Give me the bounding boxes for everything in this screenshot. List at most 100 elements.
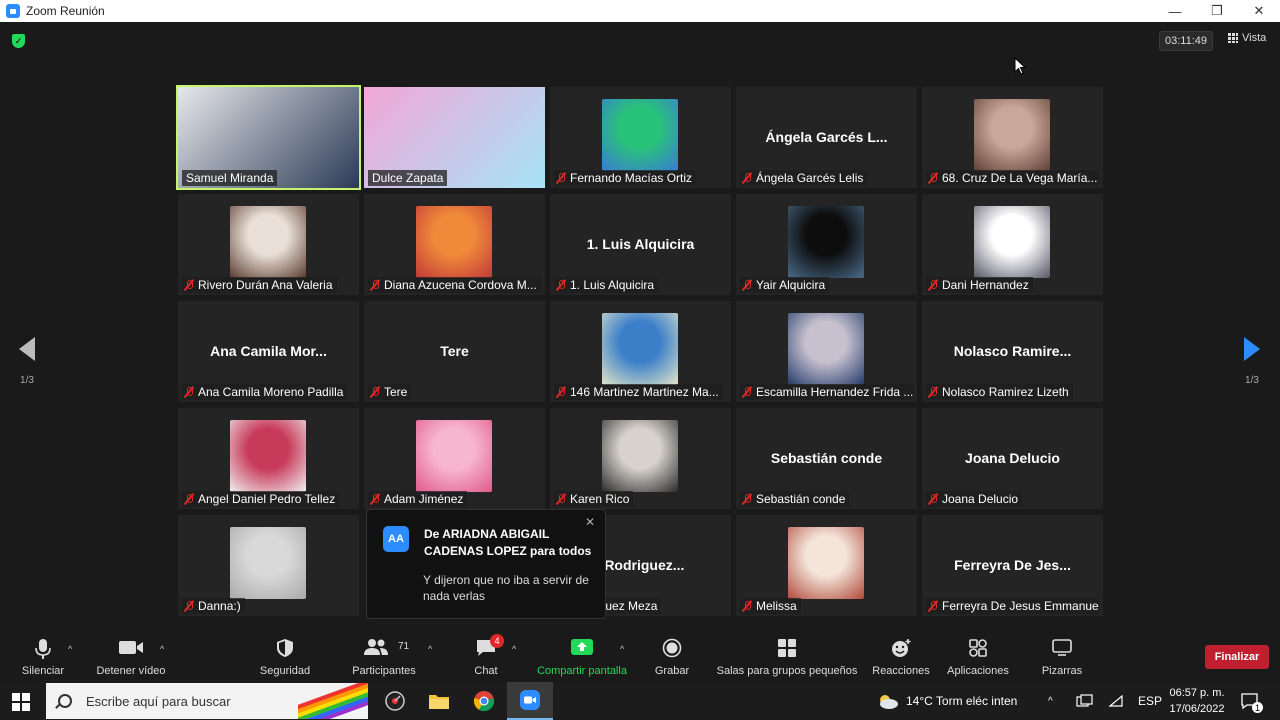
taskbar-app-chrome[interactable] [461, 682, 507, 720]
record-label: Grabar [654, 665, 690, 677]
participant-tile[interactable]: Danna:) [178, 515, 359, 616]
participant-tile[interactable]: Ángela Garcés L... Ángela Garcés Lelis [736, 87, 917, 188]
video-camera-icon [119, 641, 143, 654]
meeting-stage: 03:11:49 Vista 1/3 1/3 Samuel Miranda Dul… [0, 22, 1280, 630]
participant-tile[interactable]: Tere Tere [364, 301, 545, 402]
muted-microphone-icon [741, 600, 753, 612]
record-button[interactable]: Grabar [652, 630, 692, 682]
chat-message: Y dijeron que no iba a servir de nada ve… [423, 573, 589, 603]
share-screen-button[interactable]: Compartir pantalla [534, 630, 630, 682]
participant-tile[interactable]: Angel Daniel Pedro Tellez [178, 408, 359, 509]
search-placeholder: Escribe aquí para buscar [86, 693, 231, 709]
participant-tile[interactable]: Nolasco Ramire... Nolasco Ramirez Lizeth [922, 301, 1103, 402]
chat-notification[interactable]: AA De ARIADNA ABIGAIL CADENAS LOPEZ para… [366, 509, 606, 619]
participant-tile[interactable]: 68. Cruz De La Vega María... [922, 87, 1103, 188]
participant-tile[interactable]: Joana Delucio Joana Delucio [922, 408, 1103, 509]
participant-display-name: Ferreyra De Jes... [954, 557, 1071, 573]
view-button[interactable]: Vista [1228, 32, 1266, 44]
close-button[interactable]: ✕ [1238, 0, 1280, 22]
reactions-button[interactable]: Reacciones [870, 630, 932, 682]
security-shield-icon[interactable] [12, 34, 25, 48]
participant-name-label: Ferreyra De Jesus Emmanuel [926, 598, 1099, 614]
security-label: Seguridad [259, 665, 311, 677]
weather-widget[interactable]: 14°C Torm eléc inten [876, 682, 1017, 720]
participant-name-label: Dulce Zapata [368, 170, 448, 186]
keyboard-language[interactable]: ESP [1138, 682, 1162, 720]
participant-tile[interactable]: 146 Martinez Martinez Ma... [550, 301, 731, 402]
participant-name-label: Ángela Garcés Lelis [740, 170, 868, 186]
participant-name-label: Dani Hernandez [926, 277, 1033, 293]
window-titlebar: Zoom Reunión — ❐ ✕ [0, 0, 1280, 22]
close-notification-icon[interactable]: ✕ [585, 515, 595, 529]
participant-tile[interactable]: Adam Jiménez [364, 408, 545, 509]
participant-tile[interactable]: Karen Rico [550, 408, 731, 509]
taskbar-search[interactable]: Escribe aquí para buscar [46, 683, 368, 719]
participant-name: Joana Delucio [942, 492, 1019, 506]
show-hidden-icons-chevron-icon[interactable]: ^ [1048, 682, 1053, 720]
chat-button[interactable]: 4 Chat [470, 630, 504, 682]
participant-name-label: Angel Daniel Pedro Tellez [182, 491, 340, 507]
breakout-rooms-button[interactable]: Salas para grupos pequeños [716, 630, 858, 682]
participant-tile[interactable]: Escamilla Hernandez Frida ... [736, 301, 917, 402]
muted-microphone-icon [369, 279, 381, 291]
wifi-icon[interactable] [1108, 682, 1124, 720]
participant-tile[interactable]: Yair Alquicira [736, 194, 917, 295]
participants-options-chevron-icon[interactable]: ^ [428, 644, 432, 654]
apps-icon [969, 639, 987, 657]
participant-name: Dulce Zapata [372, 171, 444, 185]
participant-tile[interactable]: Ferreyra De Jes... Ferreyra De Jesus Emma… [922, 515, 1103, 616]
taskbar-app-recorder[interactable] [372, 682, 418, 720]
windows-start-icon[interactable] [12, 693, 30, 711]
window-title: Zoom Reunión [26, 4, 105, 18]
participant-tile[interactable]: 1. Luis Alquicira 1. Luis Alquicira [550, 194, 731, 295]
taskbar-app-file-explorer[interactable] [416, 682, 462, 720]
next-page-button[interactable]: 1/3 [1240, 337, 1264, 397]
participant-avatar [788, 313, 864, 385]
security-button[interactable]: Seguridad [258, 630, 312, 682]
stop-video-button[interactable]: Detener vídeo [94, 630, 168, 682]
participant-avatar [974, 206, 1050, 278]
participant-name-label: Ana Camila Moreno Padilla [182, 384, 348, 400]
notifications-button[interactable]: 1 [1240, 682, 1263, 720]
participant-name: Melissa [756, 599, 797, 613]
participant-name-label: Diana Azucena Cordova M... [368, 277, 541, 293]
muted-microphone-icon [927, 493, 939, 505]
video-options-chevron-icon[interactable]: ^ [160, 644, 164, 654]
participant-name: Samuel Miranda [186, 171, 274, 185]
participant-name: Fernando Macías Ortiz [570, 171, 693, 185]
participant-name-label: Samuel Miranda [182, 170, 278, 186]
previous-page-button[interactable]: 1/3 [15, 337, 39, 397]
share-options-chevron-icon[interactable]: ^ [620, 644, 624, 654]
participant-tile[interactable]: Dani Hernandez [922, 194, 1103, 295]
chat-options-chevron-icon[interactable]: ^ [512, 644, 516, 654]
participant-tile[interactable]: Dulce Zapata [364, 87, 545, 188]
clock-date: 17/06/2022 [1169, 703, 1225, 715]
network-icon[interactable] [1076, 682, 1094, 720]
participant-avatar [230, 527, 306, 599]
participant-name-label: Yair Alquicira [740, 277, 830, 293]
participant-tile[interactable]: Rivero Durán Ana Valeria [178, 194, 359, 295]
participant-tile[interactable]: Fernando Macías Ortiz [550, 87, 731, 188]
restore-button[interactable]: ❐ [1196, 0, 1238, 22]
minimize-button[interactable]: — [1154, 0, 1196, 22]
taskbar-app-zoom[interactable] [507, 682, 553, 720]
participant-tile[interactable]: Diana Azucena Cordova M... [364, 194, 545, 295]
participant-tile[interactable]: Ana Camila Mor... Ana Camila Moreno Padil… [178, 301, 359, 402]
participant-tile[interactable]: Samuel Miranda [176, 85, 361, 190]
weather-text: 14°C Torm eléc inten [906, 694, 1018, 708]
participants-button[interactable]: 71 Participantes [350, 630, 418, 682]
participant-avatar [602, 420, 678, 492]
participant-tile[interactable]: Sebastián conde Sebastián conde [736, 408, 917, 509]
muted-microphone-icon [369, 386, 381, 398]
apps-button[interactable]: Aplicaciones [944, 630, 1012, 682]
taskbar-clock[interactable]: 06:57 p. m. 17/06/2022 [1164, 685, 1230, 717]
audio-options-chevron-icon[interactable]: ^ [68, 644, 72, 654]
muted-microphone-icon [183, 493, 195, 505]
mute-button[interactable]: Silenciar [20, 630, 66, 682]
participant-name-label: Joana Delucio [926, 491, 1023, 507]
whiteboards-button[interactable]: Pizarras [1040, 630, 1084, 682]
participant-name: Karen Rico [570, 492, 630, 506]
participant-tile[interactable]: Melissa [736, 515, 917, 616]
participant-name-label: Escamilla Hernandez Frida ... [740, 384, 913, 400]
end-meeting-button[interactable]: Finalizar [1205, 645, 1269, 669]
